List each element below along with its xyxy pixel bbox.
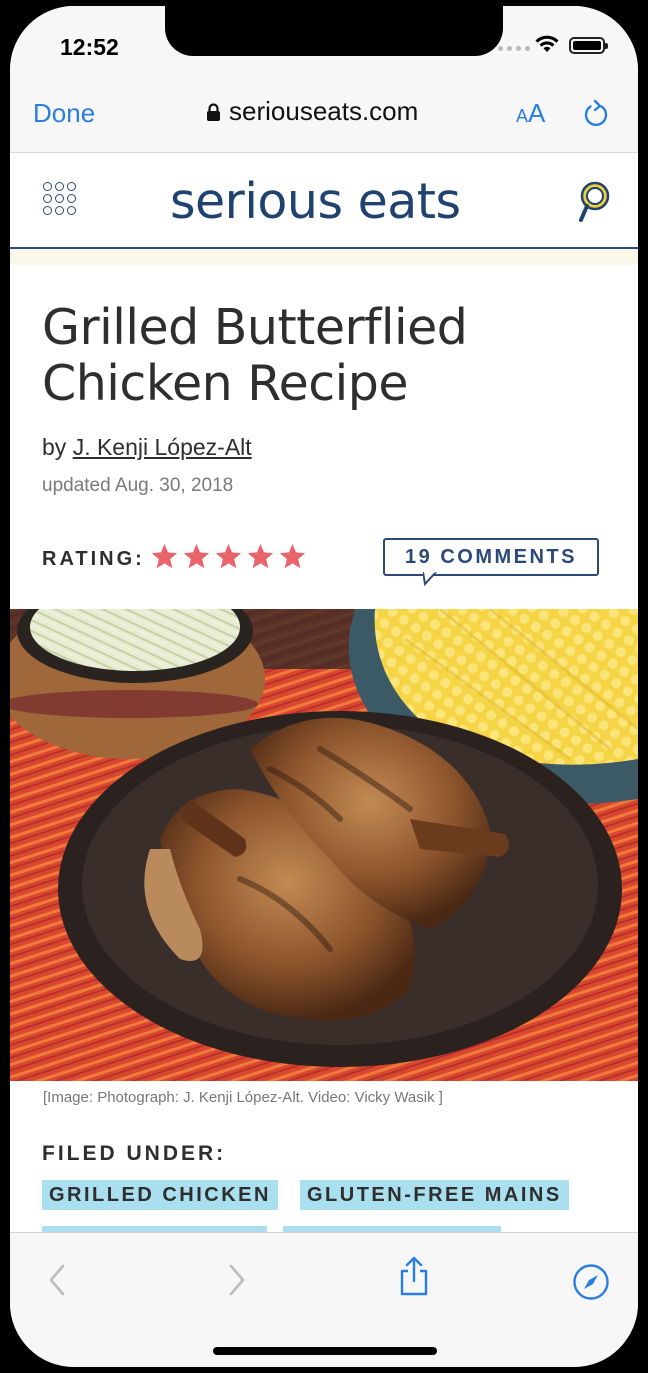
home-indicator bbox=[213, 1347, 437, 1355]
comments-label: 19 COMMENTS bbox=[405, 545, 577, 568]
notch bbox=[165, 6, 503, 56]
phone-screen: 12:52 Done seriouseats.com AA serious ea… bbox=[10, 6, 638, 1367]
text-size-large-a: A bbox=[528, 98, 546, 128]
site-logo[interactable]: serious eats bbox=[170, 173, 461, 230]
image-caption: [Image: Photograph: J. Kenji López-Alt. … bbox=[43, 1089, 443, 1106]
rating-stars bbox=[150, 542, 307, 571]
updated-date: updated Aug. 30, 2018 bbox=[42, 475, 234, 496]
by-prefix: by bbox=[42, 434, 67, 460]
search-icon[interactable] bbox=[576, 179, 612, 225]
status-time: 12:52 bbox=[60, 34, 119, 60]
star-icon bbox=[183, 543, 210, 569]
star-icon bbox=[247, 543, 274, 569]
compass-icon[interactable] bbox=[572, 1263, 610, 1301]
star-icon bbox=[279, 543, 306, 569]
address-bar[interactable]: seriouseats.com bbox=[206, 96, 418, 127]
header-accent-strip bbox=[10, 249, 638, 265]
text-size-button[interactable]: AA bbox=[516, 98, 545, 129]
rating-label: RATING: bbox=[42, 548, 145, 570]
speech-bubble-tail bbox=[423, 572, 437, 586]
star-icon bbox=[215, 543, 242, 569]
comments-button[interactable]: 19 COMMENTS bbox=[383, 538, 599, 586]
author-link[interactable]: J. Kenji López-Alt bbox=[73, 434, 252, 460]
star-icon bbox=[151, 543, 178, 569]
site-header: serious eats bbox=[10, 153, 638, 249]
grid-menu-icon[interactable] bbox=[43, 182, 76, 215]
url-text: seriouseats.com bbox=[229, 96, 419, 126]
share-icon[interactable] bbox=[398, 1255, 430, 1297]
tag-gluten-free-mains[interactable]: GLUTEN-FREE MAINS bbox=[300, 1180, 569, 1210]
forward-icon[interactable] bbox=[226, 1263, 248, 1297]
text-size-small-a: A bbox=[516, 106, 529, 126]
refresh-icon[interactable] bbox=[582, 98, 610, 128]
done-button[interactable]: Done bbox=[33, 98, 95, 129]
lock-icon bbox=[207, 103, 220, 121]
cellular-signal-icon bbox=[498, 46, 530, 51]
recipe-photo bbox=[10, 609, 638, 1081]
wifi-icon bbox=[535, 35, 559, 52]
filed-under-label: FILED UNDER: bbox=[42, 1142, 227, 1165]
tag-grilled-chicken[interactable]: GRILLED CHICKEN bbox=[42, 1180, 278, 1210]
byline: by J. Kenji López-Alt bbox=[42, 434, 252, 461]
back-icon[interactable] bbox=[46, 1263, 68, 1297]
recipe-title: Grilled Butterflied Chicken Recipe bbox=[42, 299, 468, 412]
battery-icon bbox=[569, 37, 608, 54]
browser-toolbar bbox=[10, 1232, 638, 1367]
